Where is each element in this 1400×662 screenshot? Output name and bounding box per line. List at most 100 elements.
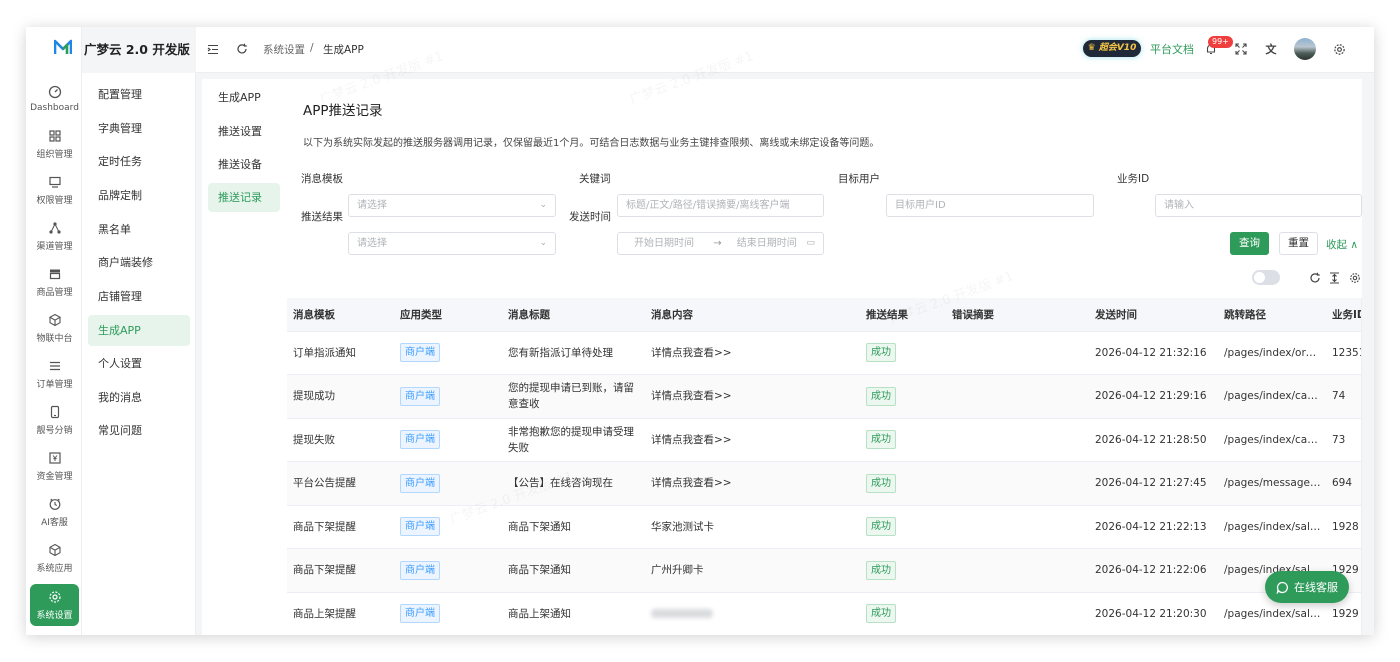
stripe-toggle[interactable] (1252, 270, 1280, 285)
business-id-input[interactable]: 请输入 (1155, 194, 1362, 217)
rail-item-org[interactable]: 组织管理 (30, 123, 79, 165)
table-scrollbar[interactable] (1361, 298, 1362, 635)
menu-item[interactable]: 品牌定制 (88, 180, 190, 211)
menu-item[interactable]: 定时任务 (88, 146, 190, 177)
sub-nav-item[interactable]: 推送设置 (208, 117, 280, 146)
table-row[interactable]: 商品下架提醒 商户端 商品下架通知 华家池测试卡 成功 2026-04-12 21:22:… (287, 505, 1362, 549)
business-id-filter-label: 业务ID (1117, 173, 1150, 185)
rail-item-channel[interactable]: 渠道管理 (30, 215, 79, 257)
table-row[interactable]: 商品下架提醒 商户端 商品下架通知 广州升卿卡 成功 2026-04-12 21:22:0… (287, 548, 1362, 593)
path-cell[interactable]: /pages/message/index (1224, 477, 1326, 489)
content-cell: 详情点我查看>> (651, 390, 732, 403)
org-grid-icon (48, 128, 62, 144)
table-row[interactable]: 商品上架提醒 商户端 商品上架通知 成功 2026-04-12 21:20:30/pag… (287, 592, 1362, 635)
chevron-down-icon: ⌄ (539, 238, 547, 248)
collapse-filters-link[interactable]: 收起 ∧ (1326, 237, 1358, 252)
result-tag: 成功 (866, 560, 896, 580)
rail-item-apps[interactable]: 系统应用 (30, 537, 79, 579)
column-header[interactable]: 推送结果 (860, 298, 946, 332)
rail-item-fund[interactable]: 资金管理 (30, 445, 79, 487)
menu-item[interactable]: 配置管理 (88, 79, 190, 110)
dashboard-icon (48, 84, 62, 100)
template-cell: 商品下架提醒 (293, 520, 356, 533)
rail-label: AI客服 (41, 518, 68, 528)
menu-item[interactable]: 个人设置 (88, 348, 190, 379)
query-button[interactable]: 查询 (1230, 232, 1269, 255)
time-cell: 2026-04-12 21:20:30 (1095, 607, 1207, 620)
menu-item[interactable]: 常见问题 (88, 415, 190, 446)
column-height-icon[interactable] (1328, 271, 1341, 284)
refresh-icon[interactable] (1308, 271, 1321, 284)
blurred-content (651, 609, 713, 619)
column-settings-icon[interactable] (1348, 271, 1361, 284)
table-row[interactable]: 订单指派通知 商户端 您有新指派订单待处理 详情点我查看>> 成功 2026-04-12 … (287, 331, 1362, 375)
result-tag: 成功 (866, 604, 896, 624)
biz-id-cell: 73 (1332, 433, 1346, 446)
rail-label: 订单管理 (36, 380, 73, 390)
phone-icon (48, 404, 62, 420)
rail-label: 渠道管理 (36, 242, 73, 252)
path-cell[interactable]: /pages/index/sale/detail (1224, 608, 1326, 620)
table-header-row: 消息模板 应用类型 消息标题 消息内容 推送结果 错误摘要 发送时间 跳转路径 … (287, 298, 1362, 332)
path-cell[interactable]: /pages/index/sale/detail (1224, 521, 1326, 533)
title-cell: 商品下架通知 (508, 564, 571, 577)
column-header[interactable]: 消息模板 (287, 298, 394, 332)
rail-item-iot[interactable]: 物联中台 (30, 307, 79, 349)
column-header[interactable]: 业务ID (1326, 298, 1362, 332)
chevron-down-icon: ⌄ (539, 200, 547, 210)
sub-nav-item-active[interactable]: 推送记录 (208, 183, 280, 212)
column-header[interactable]: 消息内容 (645, 298, 860, 332)
online-service-button[interactable]: 在线客服 (1265, 571, 1349, 603)
column-header[interactable]: 跳转路径 (1218, 298, 1326, 332)
page-title: APP推送记录 (303, 103, 383, 119)
path-cell[interactable]: /pages/index/order/detail (1224, 347, 1326, 359)
title-cell: 【公告】在线咨询现在 (508, 477, 613, 490)
menu-item[interactable]: 字典管理 (88, 113, 190, 144)
rail-item-settings[interactable]: 系统设置 (30, 584, 79, 626)
avatar[interactable] (1294, 38, 1316, 60)
rail-item-order[interactable]: 订单管理 (30, 353, 79, 395)
column-header[interactable]: 发送时间 (1089, 298, 1218, 332)
table-row[interactable]: 提现成功 商户端 您的提现申请已到账，请留意查收 详情点我查看>> 成功 2026-04-… (287, 374, 1362, 419)
fullscreen-icon[interactable] (1234, 42, 1248, 56)
path-cell[interactable]: /pages/index/cash/detail (1224, 434, 1326, 446)
result-select[interactable]: 请选择 ⌄ (348, 232, 556, 255)
sub-nav-item[interactable]: 生成APP (208, 83, 280, 112)
reset-button[interactable]: 重置 (1279, 232, 1318, 255)
send-time-range-picker[interactable]: 开始日期时间 → 结束日期时间 ▭ (617, 232, 824, 255)
column-header[interactable]: 错误摘要 (946, 298, 1089, 332)
table-row[interactable]: 提现失败 商户端 非常抱歉您的提现申请受理失败 详情点我查看>> 成功 2026-04-1… (287, 418, 1362, 462)
menu-item[interactable]: 店铺管理 (88, 281, 190, 312)
content-cell: 详情点我查看>> (651, 477, 732, 490)
refresh-icon[interactable] (235, 42, 249, 56)
gear-icon[interactable] (1332, 42, 1346, 56)
docs-link[interactable]: 平台文档 (1150, 41, 1194, 57)
menu-item-active[interactable]: 生成APP (88, 315, 190, 346)
yen-icon (48, 450, 62, 466)
breadcrumb-separator: / (310, 42, 314, 54)
rail-item-number[interactable]: 靓号分销 (30, 399, 79, 441)
app-type-tag: 商户端 (400, 560, 440, 580)
menu-item[interactable]: 商户端装修 (88, 247, 190, 278)
column-header[interactable]: 应用类型 (394, 298, 502, 332)
rail-item-dashboard[interactable]: Dashboard (30, 77, 79, 119)
template-cell: 商品下架提醒 (293, 564, 356, 577)
breadcrumb-parent[interactable]: 系统设置 (263, 42, 305, 57)
target-user-input[interactable]: 目标用户ID (886, 194, 1094, 217)
biz-id-cell: 1929 (1332, 607, 1359, 620)
keyword-input[interactable]: 标题/正文/路径/错误摘要/离线客户端 (617, 194, 824, 217)
menu-fold-icon[interactable] (206, 42, 220, 56)
rail-item-permission[interactable]: 权限管理 (30, 169, 79, 211)
column-header[interactable]: 消息标题 (502, 298, 645, 332)
rail-item-goods[interactable]: 商品管理 (30, 261, 79, 303)
time-cell: 2026-04-12 21:29:16 (1095, 390, 1207, 403)
menu-item[interactable]: 我的消息 (88, 382, 190, 413)
menu-item[interactable]: 黑名单 (88, 214, 190, 245)
rail-item-ai[interactable]: AI客服 (30, 491, 79, 533)
translate-icon[interactable]: 文 (1264, 42, 1278, 56)
sub-nav-item[interactable]: 推送设备 (208, 150, 280, 179)
template-select[interactable]: 请选择 ⌄ (348, 194, 556, 217)
vip-badge[interactable]: ♛ 超会V10 (1083, 40, 1141, 57)
table-row[interactable]: 平台公告提醒 商户端 【公告】在线咨询现在 详情点我查看>> 成功 2026-04-12 … (287, 461, 1362, 506)
path-cell[interactable]: /pages/index/cash/detail (1224, 390, 1326, 402)
